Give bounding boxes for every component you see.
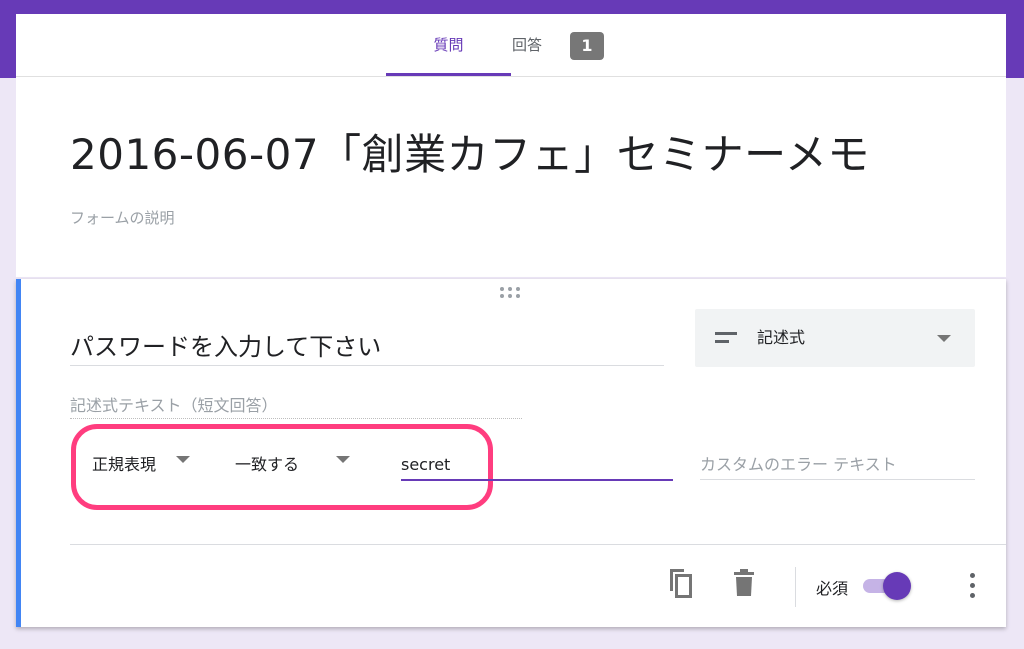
drag-handle-icon[interactable] bbox=[500, 287, 522, 301]
validation-condition-select[interactable]: 一致する bbox=[235, 451, 299, 475]
copy-icon[interactable] bbox=[666, 567, 694, 599]
chevron-down-icon bbox=[937, 335, 951, 342]
tab-questions[interactable]: 質問 bbox=[386, 14, 511, 76]
tab-questions-label: 質問 bbox=[433, 36, 464, 54]
tab-responses-label: 回答 bbox=[512, 36, 543, 54]
more-vert-icon[interactable] bbox=[966, 573, 978, 599]
required-label: 必須 bbox=[816, 579, 849, 598]
validation-condition-label: 一致する bbox=[235, 455, 300, 474]
active-card-accent bbox=[16, 279, 21, 627]
form-title-card: 2016-06-07「創業カフェ」セミナーメモ フォームの説明 bbox=[16, 77, 1006, 277]
question-type-select[interactable]: 記述式 bbox=[695, 309, 975, 367]
validation-type-select[interactable]: 正規表現 bbox=[92, 451, 156, 475]
tab-responses[interactable]: 回答 bbox=[512, 14, 552, 76]
short-answer-placeholder: 記述式テキスト（短文回答） bbox=[70, 392, 522, 419]
form-description-field[interactable]: フォームの説明 bbox=[70, 207, 175, 228]
tab-bar: 質問 回答 1 bbox=[16, 14, 1006, 77]
toggle-thumb bbox=[883, 572, 911, 600]
responses-count-badge: 1 bbox=[570, 32, 604, 60]
validation-pattern-input[interactable] bbox=[401, 449, 673, 481]
footer-vertical-divider bbox=[795, 567, 796, 607]
active-tab-indicator bbox=[386, 73, 511, 76]
trash-icon[interactable] bbox=[732, 569, 756, 597]
validation-type-label: 正規表現 bbox=[92, 455, 157, 474]
question-card[interactable]: パスワードを入力して下さい 記述式 記述式テキスト（短文回答） 正規表現 一致す… bbox=[16, 279, 1006, 627]
chevron-down-icon[interactable] bbox=[176, 456, 190, 463]
form-title[interactable]: 2016-06-07「創業カフェ」セミナーメモ bbox=[70, 121, 870, 182]
question-type-label: 記述式 bbox=[757, 328, 806, 347]
question-title-input[interactable]: パスワードを入力して下さい bbox=[70, 329, 664, 366]
footer-divider bbox=[70, 544, 1006, 545]
required-toggle[interactable] bbox=[863, 571, 913, 601]
short-answer-icon bbox=[715, 332, 737, 344]
chevron-down-icon[interactable] bbox=[336, 456, 350, 463]
custom-error-text-input[interactable] bbox=[700, 449, 975, 480]
